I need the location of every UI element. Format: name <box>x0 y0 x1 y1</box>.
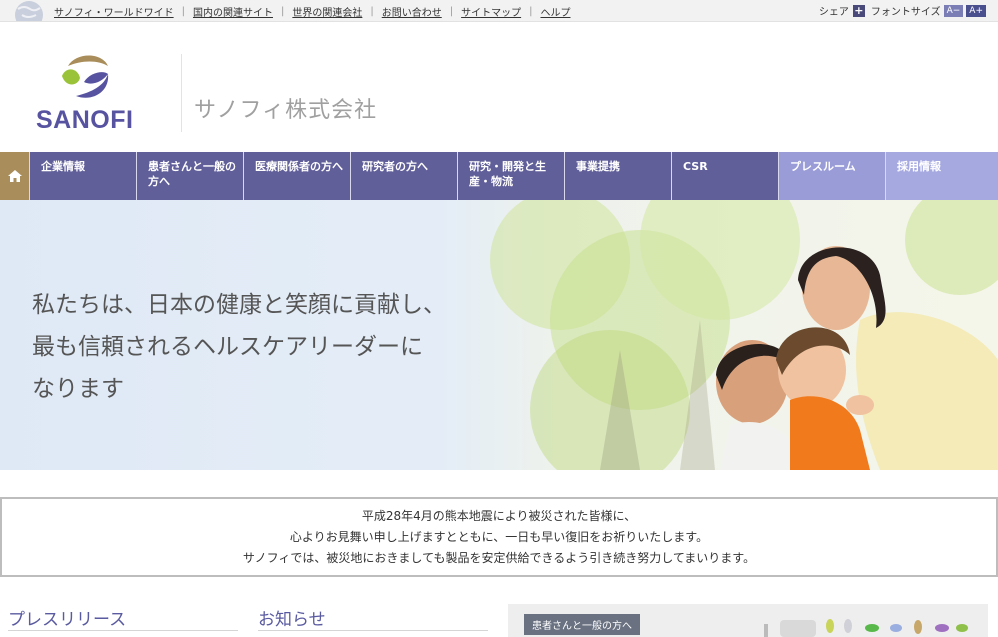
company-name: サノフィ株式会社 <box>194 98 378 123</box>
panel-tag[interactable]: 患者さんと一般の方へ <box>524 614 640 635</box>
nav-item-researchers[interactable]: 研究者の方へ <box>350 152 457 200</box>
link-domestic-sites[interactable]: 国内の関連サイト <box>193 4 273 19</box>
nav-item-patients[interactable]: 患者さんと一般の方へ <box>136 152 243 200</box>
pills-illustration <box>764 619 968 637</box>
font-small-button[interactable]: A− <box>943 4 964 17</box>
patients-panel[interactable]: 患者さんと一般の方へ <box>508 604 988 637</box>
main-nav: 企業情報 患者さんと一般の方へ 医療関係者の方へ 研究者の方へ 研究・開発と生産… <box>0 152 998 200</box>
nav-home-button[interactable] <box>0 152 29 200</box>
logo-text[interactable]: SANOFI <box>36 106 133 135</box>
nav-item-rd-production[interactable]: 研究・開発と生産・物流 <box>457 152 564 200</box>
header-divider <box>181 54 182 132</box>
notice-line-2: 心よりお見舞い申し上げますとともに、一日も早い復旧をお祈りいたします。 <box>289 530 709 544</box>
link-help[interactable]: ヘルプ <box>540 4 570 19</box>
site-header: SANOFI サノフィ株式会社 <box>0 22 998 152</box>
sanofi-logo-icon[interactable] <box>58 52 112 106</box>
news-divider <box>258 630 488 631</box>
font-size-label: フォントサイズ <box>870 7 941 18</box>
earthquake-notice: 平成28年4月の熊本地震により被災された皆様に、 心よりお見舞い申し上げますとと… <box>0 497 998 577</box>
link-contact[interactable]: お問い合わせ <box>382 4 442 19</box>
font-large-button[interactable]: A+ <box>966 4 986 17</box>
share-label[interactable]: シェア <box>819 3 849 18</box>
nav-item-partnering[interactable]: 事業提携 <box>564 152 671 200</box>
notice-line-3: サノフィでは、被災地におきましても製品を安定供給できるよう引き続き努力してまいり… <box>242 551 756 565</box>
link-global-affiliates[interactable]: 世界の関連会社 <box>292 4 362 19</box>
hero-banner[interactable]: 私たちは、日本の健康と笑顔に貢献し、 最も信頼されるヘルスケアリーダーに なりま… <box>0 200 998 470</box>
nav-item-careers[interactable]: 採用情報 <box>885 152 998 200</box>
nav-item-corporate[interactable]: 企業情報 <box>29 152 136 200</box>
press-release-divider <box>8 630 238 631</box>
news-heading[interactable]: お知らせ <box>258 605 326 630</box>
share-plus-icon[interactable]: + <box>852 4 865 17</box>
hero-line-2: 最も信頼されるヘルスケアリーダーに <box>32 334 423 360</box>
link-sitemap[interactable]: サイトマップ <box>461 4 521 19</box>
notice-line-1: 平成28年4月の熊本地震により被災された皆様に、 <box>361 509 637 523</box>
nav-item-healthcare-professionals[interactable]: 医療関係者の方へ <box>243 152 350 200</box>
hero-line-3: なります <box>32 376 124 402</box>
home-icon <box>7 170 22 182</box>
utility-tools: シェア + フォントサイズ A− A+ <box>819 3 986 18</box>
hero-line-1: 私たちは、日本の健康と笑顔に貢献し、 <box>32 292 446 318</box>
nav-item-press-room[interactable]: プレスルーム <box>778 152 885 200</box>
nav-item-csr[interactable]: CSR <box>671 152 778 200</box>
hero-tagline: 私たちは、日本の健康と笑顔に貢献し、 最も信頼されるヘルスケアリーダーに なりま… <box>32 284 502 410</box>
globe-icon <box>15 1 43 21</box>
utility-bar: サノフィ・ワールドワイド | 国内の関連サイト | 世界の関連会社 | お問い合… <box>0 0 998 22</box>
press-release-heading[interactable]: プレスリリース <box>8 605 126 630</box>
link-sanofi-worldwide[interactable]: サノフィ・ワールドワイド <box>54 4 174 19</box>
utility-links: サノフィ・ワールドワイド | 国内の関連サイト | 世界の関連会社 | お問い合… <box>54 4 571 19</box>
